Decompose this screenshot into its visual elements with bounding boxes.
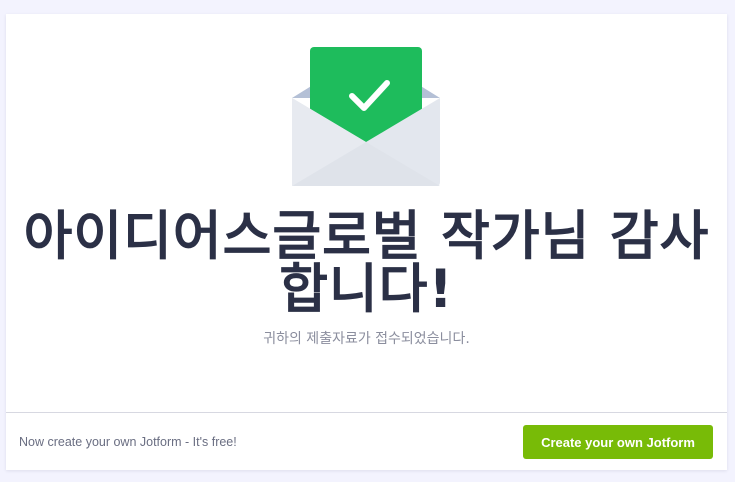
submission-received-message: 귀하의 제출자료가 접수되었습니다. <box>263 331 470 347</box>
thank-you-heading: 아이디어스글로벌 작가님 감사 합니다! <box>23 206 710 320</box>
envelope-check-icon <box>292 47 440 186</box>
jotform-footer: Now create your own Jotform - It's free!… <box>6 412 727 470</box>
thank-you-card: 아이디어스글로벌 작가님 감사 합니다! 귀하의 제출자료가 접수되었습니다. … <box>6 14 727 470</box>
promo-text: Now create your own Jotform - It's free! <box>19 435 237 449</box>
create-jotform-button[interactable]: Create your own Jotform <box>523 425 713 459</box>
